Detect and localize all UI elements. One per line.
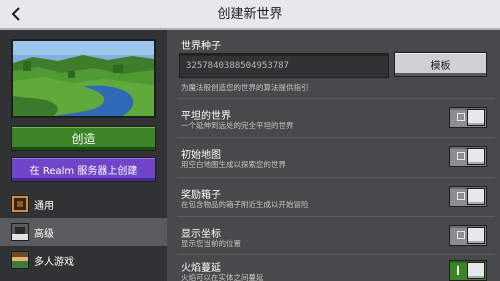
show-coordinates-toggle[interactable]: [449, 225, 487, 246]
off-icon: [457, 113, 465, 121]
template-button[interactable]: 模板: [394, 52, 487, 77]
seed-input[interactable]: 3257840388504953787: [179, 53, 389, 78]
header-bar: 创建新世界: [0, 0, 500, 30]
toggle-knob: [467, 227, 485, 244]
nav-item-general[interactable]: 通用: [0, 190, 167, 218]
multiplayer-icon: [11, 251, 29, 269]
seed-label: 世界种子: [181, 41, 221, 52]
divider: [177, 216, 495, 217]
seed-hint: 为魔法般创造您的世界的算法提供指引: [181, 83, 309, 92]
starter-map-toggle[interactable]: [449, 146, 487, 167]
world-preview-image: [11, 39, 156, 118]
option-starter-map: 初始地图 用空白地图生成以探索您的世界: [167, 139, 500, 175]
nav-item-multiplayer[interactable]: 多人游戏: [0, 246, 167, 274]
toggle-knob: [467, 109, 485, 126]
off-icon: [457, 231, 465, 239]
off-icon: [457, 152, 465, 160]
option-desc: 一个延伸到远处的完全平坦的世界: [181, 121, 294, 130]
flat-world-toggle[interactable]: [449, 107, 487, 128]
create-on-realm-button[interactable]: 在 Realm 服务器上创建: [11, 157, 156, 182]
option-desc: 火焰可以在实体之间蔓延: [181, 273, 264, 281]
toggle-knob: [467, 148, 485, 165]
nav-label-advanced: 高级: [34, 228, 54, 240]
on-icon: [457, 266, 459, 275]
option-show-coordinates: 显示坐标 显示您当前的位置: [167, 218, 500, 254]
advanced-icon: [11, 223, 29, 241]
fire-spreads-toggle[interactable]: [449, 260, 487, 281]
option-desc: 显示您当前的位置: [181, 239, 241, 248]
option-fire-spreads: 火焰蔓延 火焰可以在实体之间蔓延: [167, 256, 500, 281]
divider: [177, 177, 495, 178]
nav-item-advanced[interactable]: 高级: [0, 218, 167, 246]
option-desc: 在包含物品的箱子附近生成以开始冒险: [181, 200, 309, 209]
seed-section: 世界种子 3257840388504953787 模板 为魔法般创造您的世界的算…: [167, 30, 500, 96]
page-title: 创建新世界: [217, 7, 283, 22]
toggle-knob: [467, 188, 485, 205]
settings-panel: 世界种子 3257840388504953787 模板 为魔法般创造您的世界的算…: [167, 30, 500, 281]
option-flat-world: 平坦的世界 一个延伸到远处的完全平坦的世界: [167, 100, 500, 136]
nav-label-multiplayer: 多人游戏: [34, 256, 74, 268]
create-button[interactable]: 创造: [11, 126, 156, 151]
option-bonus-chest: 奖励箱子 在包含物品的箱子附近生成以开始冒险: [167, 179, 500, 215]
left-panel: 创造 在 Realm 服务器上创建 通用 高级 多人游戏: [0, 30, 167, 281]
general-icon: [11, 195, 29, 213]
nav-label-general: 通用: [34, 200, 54, 212]
divider: [177, 137, 495, 138]
divider: [177, 98, 495, 99]
option-desc: 用空白地图生成以探索您的世界: [181, 160, 286, 169]
divider: [177, 254, 495, 255]
bonus-chest-toggle[interactable]: [449, 186, 487, 207]
toggle-knob: [467, 262, 485, 279]
off-icon: [457, 192, 465, 200]
